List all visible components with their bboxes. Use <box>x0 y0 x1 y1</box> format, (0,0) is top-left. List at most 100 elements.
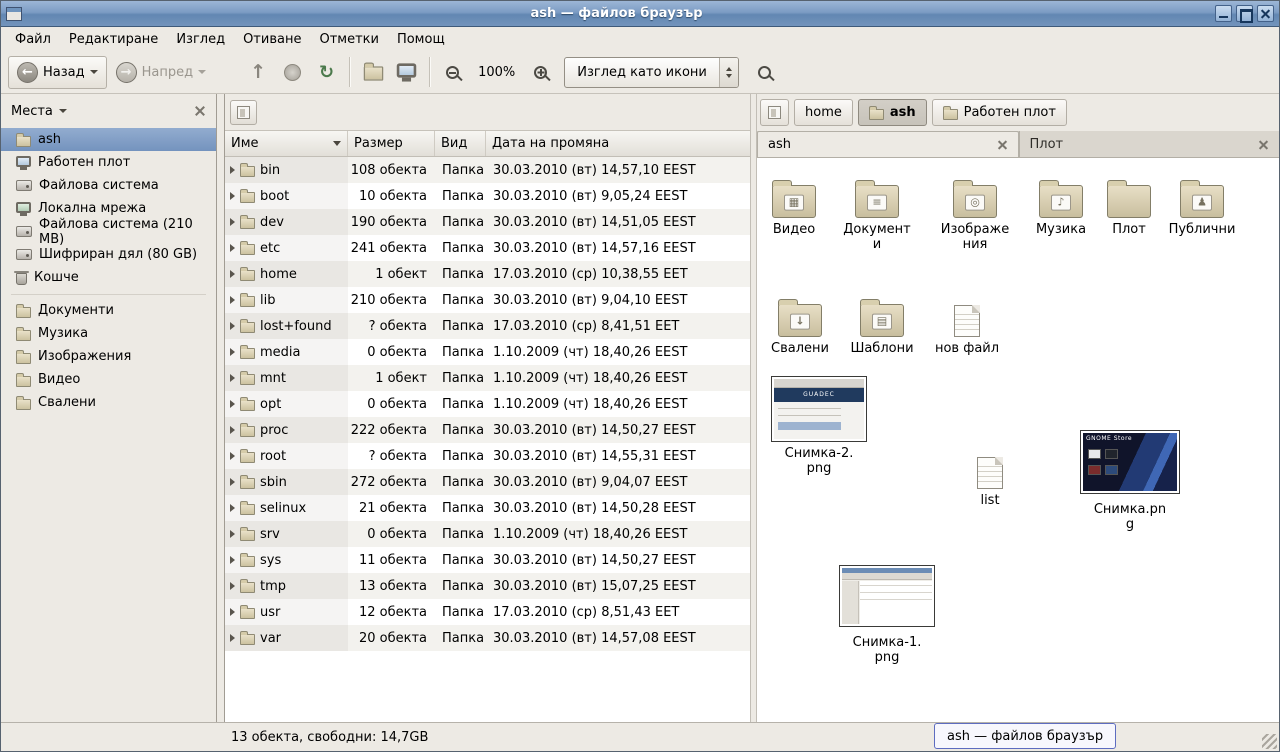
zoom-in-button[interactable] <box>525 56 556 89</box>
expander-icon[interactable] <box>230 504 235 512</box>
expander-icon[interactable] <box>230 192 235 200</box>
icon-item-templates[interactable]: Шаблони <box>843 291 921 356</box>
tab-close-icon[interactable] <box>997 139 1008 150</box>
expander-icon[interactable] <box>230 426 235 434</box>
expander-icon[interactable] <box>230 582 235 590</box>
tab-ash[interactable]: ash <box>757 131 1019 157</box>
zoom-out-button[interactable] <box>437 56 468 89</box>
spinner-arrows-icon[interactable] <box>719 58 738 87</box>
breadcrumb-desktop[interactable]: Работен плот <box>932 99 1067 126</box>
minimize-button[interactable] <box>1215 5 1232 22</box>
sidebar-item-ash[interactable]: ash <box>1 128 216 151</box>
table-row[interactable]: selinux 21 обекта Папка 30.03.2010 (вт) … <box>225 495 750 521</box>
table-row[interactable]: media 0 обекта Папка 1.10.2009 (чт) 18,4… <box>225 339 750 365</box>
icon-item-music[interactable]: Музика <box>1022 172 1100 237</box>
table-row[interactable]: lost+found ? обекта Папка 17.03.2010 (ср… <box>225 313 750 339</box>
tab-plot[interactable]: Плот <box>1019 131 1280 157</box>
sidebar-item-filesystem-210mb[interactable]: Файлова система (210 MB) <box>1 220 216 243</box>
icon-item-downloads[interactable]: Свалени <box>761 291 839 356</box>
sidebar-item-images[interactable]: Изображения <box>1 345 216 368</box>
sidebar-item-filesystem[interactable]: Файлова система <box>1 174 216 197</box>
reload-button[interactable] <box>310 56 343 89</box>
icon-item-documents[interactable]: Документи <box>838 172 916 252</box>
up-button[interactable] <box>241 56 275 89</box>
table-row[interactable]: sbin 272 обекта Папка 30.03.2010 (вт) 9,… <box>225 469 750 495</box>
menu-item[interactable]: Помощ <box>388 29 454 50</box>
expander-icon[interactable] <box>230 218 235 226</box>
table-row[interactable]: tmp 13 обекта Папка 30.03.2010 (вт) 15,0… <box>225 573 750 599</box>
icon-item-snimka2[interactable]: GUADEC Снимка-2.png <box>769 376 869 476</box>
icon-item-video[interactable]: Видео <box>757 172 833 237</box>
breadcrumb-ash[interactable]: ash <box>858 99 927 126</box>
pane-icon-button[interactable] <box>760 99 789 126</box>
icon-item-snimka1[interactable]: Снимка-1.png <box>837 565 937 665</box>
sidebar-item-desktop[interactable]: Работен плот <box>1 151 216 174</box>
menu-item[interactable]: Файл <box>6 29 60 50</box>
icon-item-new-file[interactable]: нов файл <box>928 291 1006 356</box>
table-row[interactable]: srv 0 обекта Папка 1.10.2009 (чт) 18,40,… <box>225 521 750 547</box>
chevron-down-icon[interactable] <box>59 109 67 113</box>
expander-icon[interactable] <box>230 452 235 460</box>
icon-item-snimka[interactable]: GNOME Store Снимка.png <box>1080 430 1180 532</box>
table-row[interactable]: mnt 1 обект Папка 1.10.2009 (чт) 18,40,2… <box>225 365 750 391</box>
icon-item-plot[interactable]: Плот <box>1090 172 1168 237</box>
expander-icon[interactable] <box>230 400 235 408</box>
column-header-size[interactable]: Размер <box>348 131 435 156</box>
icon-view[interactable]: Видео Документи Изображения Музика Плот … <box>757 158 1279 722</box>
column-header-date[interactable]: Дата на промяна <box>486 131 750 156</box>
forward-button[interactable]: Напред <box>107 56 215 89</box>
sidebar-item-trash[interactable]: Кошче <box>1 266 216 289</box>
icon-item-list[interactable]: list <box>951 443 1029 508</box>
sidebar-item-downloads[interactable]: Свалени <box>1 391 216 414</box>
expander-icon[interactable] <box>230 270 235 278</box>
expander-icon[interactable] <box>230 244 235 252</box>
menu-item[interactable]: Редактиране <box>60 29 167 50</box>
back-button[interactable]: Назад <box>8 56 107 89</box>
stop-button[interactable] <box>275 56 310 89</box>
table-row[interactable]: usr 12 обекта Папка 17.03.2010 (ср) 8,51… <box>225 599 750 625</box>
sidebar-title[interactable]: Места <box>11 104 53 119</box>
menu-item[interactable]: Отметки <box>310 29 387 50</box>
table-row[interactable]: proc 222 обекта Папка 30.03.2010 (вт) 14… <box>225 417 750 443</box>
expander-icon[interactable] <box>230 530 235 538</box>
expander-icon[interactable] <box>230 556 235 564</box>
tab-close-icon[interactable] <box>1258 139 1269 150</box>
expander-icon[interactable] <box>230 296 235 304</box>
table-row[interactable]: root ? обекта Папка 30.03.2010 (вт) 14,5… <box>225 443 750 469</box>
sidebar-item-video[interactable]: Видео <box>1 368 216 391</box>
expander-icon[interactable] <box>230 478 235 486</box>
table-row[interactable]: bin 108 обекта Папка 30.03.2010 (вт) 14,… <box>225 157 750 183</box>
table-row[interactable]: dev 190 обекта Папка 30.03.2010 (вт) 14,… <box>225 209 750 235</box>
expander-icon[interactable] <box>230 166 235 174</box>
expander-icon[interactable] <box>230 374 235 382</box>
icon-item-images[interactable]: Изображения <box>936 172 1014 252</box>
computer-button[interactable] <box>390 56 423 89</box>
close-button[interactable] <box>1257 5 1274 22</box>
expander-icon[interactable] <box>230 348 235 356</box>
table-row[interactable]: lib 210 обекта Папка 30.03.2010 (вт) 9,0… <box>225 287 750 313</box>
pane-splitter[interactable] <box>750 94 757 722</box>
window-menu-icon[interactable] <box>6 7 22 21</box>
resize-grip[interactable] <box>1262 734 1277 749</box>
titlebar[interactable]: ash — файлов браузър <box>1 1 1279 27</box>
breadcrumb-home[interactable]: home <box>794 99 853 126</box>
sidebar-item-encrypted[interactable]: Шифриран дял (80 GB) <box>1 243 216 266</box>
table-row[interactable]: home 1 обект Папка 17.03.2010 (ср) 10,38… <box>225 261 750 287</box>
search-button[interactable] <box>749 56 780 89</box>
view-mode-select[interactable]: Изглед като икони <box>564 57 739 88</box>
sidebar-item-documents[interactable]: Документи <box>1 299 216 322</box>
table-row[interactable]: var 20 обекта Папка 30.03.2010 (вт) 14,5… <box>225 625 750 651</box>
sidebar-item-music[interactable]: Музика <box>1 322 216 345</box>
expander-icon[interactable] <box>230 322 235 330</box>
location-toggle-button[interactable] <box>230 100 257 125</box>
expander-icon[interactable] <box>230 634 235 642</box>
table-row[interactable]: sys 11 обекта Папка 30.03.2010 (вт) 14,5… <box>225 547 750 573</box>
table-row[interactable]: boot 10 обекта Папка 30.03.2010 (вт) 9,0… <box>225 183 750 209</box>
table-row[interactable]: opt 0 обекта Папка 1.10.2009 (чт) 18,40,… <box>225 391 750 417</box>
column-header-name[interactable]: Име <box>225 131 348 156</box>
menu-item[interactable]: Изглед <box>167 29 234 50</box>
expander-icon[interactable] <box>230 608 235 616</box>
column-header-type[interactable]: Вид <box>435 131 486 156</box>
menu-item[interactable]: Отиване <box>234 29 310 50</box>
table-row[interactable]: etc 241 обекта Папка 30.03.2010 (вт) 14,… <box>225 235 750 261</box>
